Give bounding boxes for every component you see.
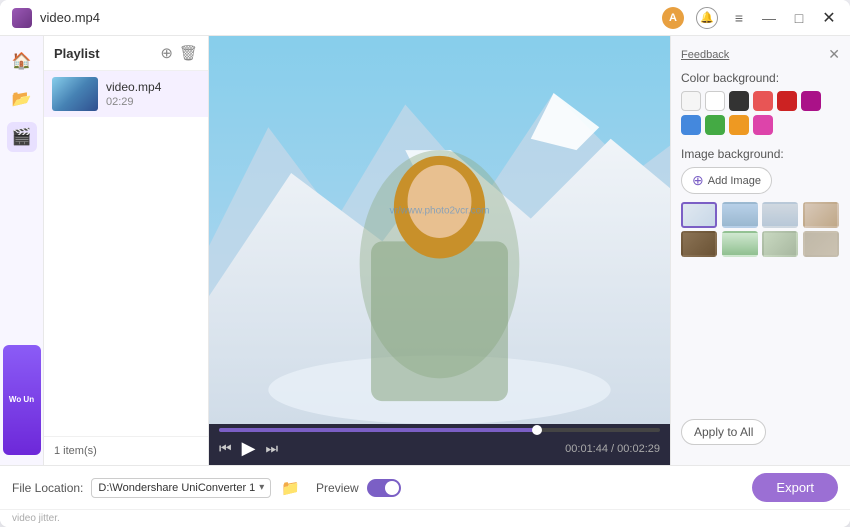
playlist-title: Playlist xyxy=(54,46,100,61)
playlist-count: 1 item(s) xyxy=(54,445,97,457)
video-buttons: ⏮ ▶ ⏭ xyxy=(219,438,278,459)
color-swatch-0[interactable] xyxy=(681,91,701,111)
add-image-button[interactable]: ⊕ Add Image xyxy=(681,167,772,194)
add-icon: ⊕ xyxy=(692,172,704,189)
sidebar-item-files[interactable]: 📂 xyxy=(7,84,37,114)
color-swatch-9[interactable] xyxy=(753,115,773,135)
notifications-icon[interactable]: 🔔 xyxy=(696,7,718,29)
delete-playlist-icon[interactable]: 🗑 xyxy=(179,44,198,62)
file-location-input[interactable]: D:\Wondershare UniConverter 1 ▾ xyxy=(91,478,271,498)
main-layout: 🏠 📂 🎬 Wo Un Playlist ⊕ 🗑 video. xyxy=(0,36,850,465)
sidebar-item-home[interactable]: 🏠 xyxy=(7,46,37,76)
maximize-button[interactable]: □ xyxy=(790,9,808,27)
app-icon xyxy=(12,8,32,28)
playlist-header-icons: ⊕ 🗑 xyxy=(160,44,198,62)
color-swatch-5[interactable] xyxy=(801,91,821,111)
playlist-panel: Playlist ⊕ 🗑 video.mp4 02:29 1 item(s) xyxy=(44,36,209,465)
title-bar: video.mp4 A 🔔 ≡ — □ ✕ xyxy=(0,0,850,36)
bg-thumb-7[interactable] xyxy=(762,231,798,257)
color-swatch-8[interactable] xyxy=(729,115,749,135)
color-swatch-7[interactable] xyxy=(705,115,725,135)
preview-label: Preview xyxy=(316,481,359,495)
video-background: vr/www.photo2vcr.com xyxy=(209,36,670,424)
color-bg-label: Color background: xyxy=(681,71,840,85)
video-controls: ⏮ ▶ ⏭ 00:01:44 / 00:02:29 xyxy=(209,424,670,465)
total-time: 00:02:29 xyxy=(617,443,660,455)
window-controls: A 🔔 ≡ — □ ✕ xyxy=(662,7,838,29)
progress-thumb xyxy=(532,425,542,435)
color-swatch-2[interactable] xyxy=(729,91,749,111)
browse-folder-button[interactable]: 📁 xyxy=(281,479,300,497)
playlist-header: Playlist ⊕ 🗑 xyxy=(44,36,208,71)
color-swatch-6[interactable] xyxy=(681,115,701,135)
play-button[interactable]: ▶ xyxy=(242,438,256,459)
close-button[interactable]: ✕ xyxy=(820,9,838,27)
bg-thumb-1[interactable] xyxy=(681,202,717,228)
bg-thumb-6[interactable] xyxy=(722,231,758,257)
color-swatch-3[interactable] xyxy=(753,91,773,111)
bg-thumb-4[interactable] xyxy=(803,202,839,228)
bottom-bar: File Location: D:\Wondershare UniConvert… xyxy=(0,465,850,509)
file-location-value: D:\Wondershare UniConverter 1 xyxy=(98,482,255,494)
tip-text: video jitter. xyxy=(12,513,60,524)
sidebar-item-video[interactable]: 🎬 xyxy=(7,122,37,152)
video-container[interactable]: vr/www.photo2vcr.com xyxy=(209,36,670,424)
sidebar-banner-text: Wo Un xyxy=(9,395,34,405)
playlist-thumbnail xyxy=(52,77,98,111)
preview-toggle[interactable] xyxy=(367,479,401,497)
app-window: video.mp4 A 🔔 ≡ — □ ✕ 🏠 📂 🎬 Wo Un Playli… xyxy=(0,0,850,527)
image-bg-section: Image background: ⊕ Add Image xyxy=(681,147,840,263)
playlist-item[interactable]: video.mp4 02:29 xyxy=(44,71,208,117)
color-swatch-1[interactable] xyxy=(705,91,725,111)
dropdown-arrow-icon: ▾ xyxy=(259,482,264,493)
left-sidebar: 🏠 📂 🎬 Wo Un xyxy=(0,36,44,465)
bg-thumbnails xyxy=(681,202,840,257)
feedback-link[interactable]: Feedback xyxy=(681,49,729,61)
image-bg-label: Image background: xyxy=(681,147,840,161)
color-swatch-4[interactable] xyxy=(777,91,797,111)
window-title: video.mp4 xyxy=(40,10,662,25)
playlist-item-info: video.mp4 02:29 xyxy=(106,80,161,108)
add-image-label: Add Image xyxy=(708,175,761,187)
panel-header: Feedback ✕ xyxy=(681,46,840,63)
sidebar-banner: Wo Un xyxy=(3,345,41,455)
panel-close-button[interactable]: ✕ xyxy=(828,46,840,63)
video-progress-fill xyxy=(219,428,537,432)
bg-thumb-3[interactable] xyxy=(762,202,798,228)
add-to-playlist-icon[interactable]: ⊕ xyxy=(160,44,173,62)
bg-thumb-8[interactable] xyxy=(803,231,839,257)
bg-thumb-5[interactable] xyxy=(681,231,717,257)
thumbnail-image xyxy=(52,77,98,111)
previous-button[interactable]: ⏮ xyxy=(219,440,232,457)
export-button[interactable]: Export xyxy=(752,473,838,502)
mountain-svg xyxy=(209,36,670,424)
file-location-label: File Location: xyxy=(12,481,83,495)
playlist-item-duration: 02:29 xyxy=(106,96,161,108)
bg-thumb-2[interactable] xyxy=(722,202,758,228)
minimize-button[interactable]: — xyxy=(760,9,778,27)
playlist-item-name: video.mp4 xyxy=(106,80,161,94)
menu-icon[interactable]: ≡ xyxy=(730,9,748,27)
right-panel: Feedback ✕ Color background: Image backg… xyxy=(670,36,850,465)
video-controls-row: ⏮ ▶ ⏭ 00:01:44 / 00:02:29 xyxy=(219,438,660,459)
current-time: 00:01:44 xyxy=(565,443,608,455)
user-avatar: A xyxy=(662,7,684,29)
video-area: vr/www.photo2vcr.com ⏮ ▶ ⏭ 00:01:4 xyxy=(209,36,670,465)
video-time: 00:01:44 / 00:02:29 xyxy=(565,443,660,455)
tip-bar: video jitter. xyxy=(0,509,850,527)
next-button[interactable]: ⏭ xyxy=(265,440,278,457)
video-progress-bar[interactable] xyxy=(219,428,660,432)
color-swatches xyxy=(681,91,840,135)
apply-to-all-button[interactable]: Apply to All xyxy=(681,419,766,445)
toggle-knob xyxy=(385,481,399,495)
playlist-footer: 1 item(s) xyxy=(44,436,208,465)
